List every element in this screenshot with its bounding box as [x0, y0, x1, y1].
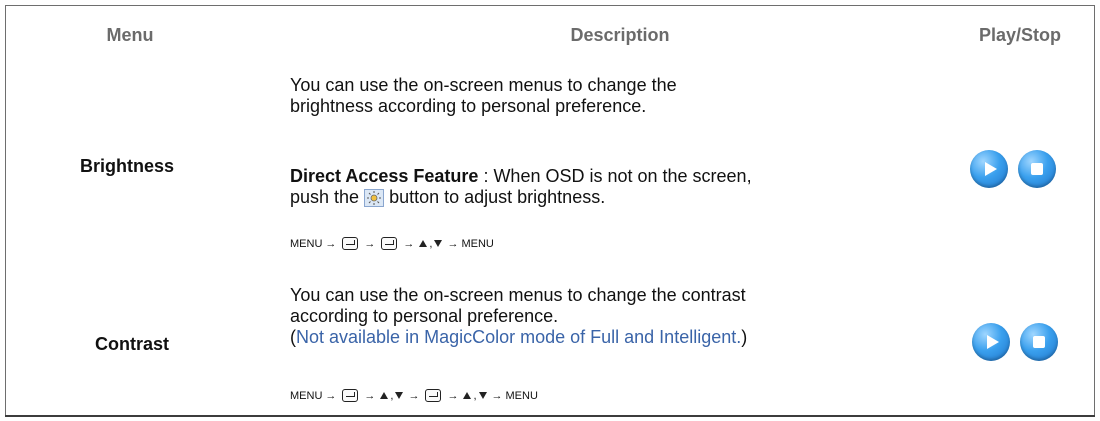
direct-access-line2-pre: push the: [290, 187, 365, 207]
brightness-play-button[interactable]: [970, 150, 1008, 188]
seq-arrow: →: [447, 237, 459, 250]
contrast-description: You can use the on-screen menus to chang…: [290, 285, 747, 348]
contrast-stop-button[interactable]: [1020, 323, 1058, 361]
seq-menu-label: MENU: [505, 389, 538, 402]
header-menu: Menu: [106, 25, 154, 45]
frame-border-left: [5, 5, 6, 416]
seq-arrow: →: [364, 389, 376, 402]
enter-key-icon: [342, 237, 359, 250]
seq-arrow: →: [403, 237, 415, 250]
contrast-key-sequence: MENU → → , → → , → MENU: [290, 389, 538, 402]
direct-access-line2-post: button to adjust brightness.: [384, 187, 606, 207]
seq-arrow: →: [447, 389, 459, 402]
contrast-note-text: Not available in MagicColor mode of Full…: [296, 327, 742, 347]
up-triangle-icon: [463, 392, 472, 399]
seq-menu-label: MENU: [290, 237, 323, 250]
direct-access-text: : When OSD is not on the screen,: [478, 166, 752, 186]
direct-access-description: Direct Access Feature : When OSD is not …: [290, 166, 752, 208]
menu-item-brightness: Brightness: [80, 156, 175, 176]
seq-menu-label: MENU: [290, 389, 323, 402]
brightness-description-line2: brightness according to personal prefere…: [290, 96, 647, 116]
up-triangle-icon: [380, 392, 389, 399]
content-frame: Menu Description Play/Stop Brightness Yo…: [0, 0, 1100, 421]
contrast-note-close: ): [741, 327, 748, 347]
contrast-play-button[interactable]: [972, 323, 1010, 361]
seq-arrow: →: [325, 237, 337, 250]
play-icon: [987, 335, 999, 349]
brightness-stop-button[interactable]: [1018, 150, 1056, 188]
frame-border-top: [5, 5, 1095, 6]
seq-comma: ,: [429, 237, 433, 250]
seq-menu-label: MENU: [461, 237, 494, 250]
contrast-description-line2: according to personal preference.: [290, 306, 559, 326]
seq-arrow: →: [491, 389, 503, 402]
brightness-description: You can use the on-screen menus to chang…: [290, 75, 677, 117]
stop-icon: [1031, 163, 1043, 175]
header-play-stop: Play/Stop: [978, 25, 1062, 45]
seq-arrow: →: [325, 389, 337, 402]
stop-icon: [1033, 336, 1045, 348]
play-icon: [985, 162, 997, 176]
direct-access-line2: push the button to adjust brightness.: [290, 187, 752, 208]
seq-arrow: →: [408, 389, 420, 402]
seq-comma: ,: [390, 389, 394, 402]
seq-comma: ,: [473, 389, 477, 402]
enter-key-icon: [342, 389, 359, 402]
direct-access-label: Direct Access Feature: [290, 166, 479, 186]
contrast-description-line1: You can use the on-screen menus to chang…: [290, 285, 746, 305]
down-triangle-icon: [478, 392, 487, 399]
enter-key-icon: [425, 389, 442, 402]
direct-access-line1: Direct Access Feature : When OSD is not …: [290, 166, 752, 187]
frame-border-right: [1094, 5, 1095, 416]
contrast-note: (Not available in MagicColor mode of Ful…: [290, 327, 747, 348]
down-triangle-icon: [395, 392, 404, 399]
seq-arrow: →: [364, 237, 376, 250]
menu-item-contrast: Contrast: [95, 334, 170, 354]
frame-border-bottom: [5, 415, 1095, 417]
brightness-icon: [364, 189, 385, 207]
up-triangle-icon: [419, 240, 428, 247]
header-description: Description: [570, 25, 670, 45]
down-triangle-icon: [434, 240, 443, 247]
brightness-description-line1: You can use the on-screen menus to chang…: [290, 75, 677, 95]
enter-key-icon: [381, 237, 398, 250]
brightness-key-sequence: MENU → → → , → MENU: [290, 237, 494, 250]
